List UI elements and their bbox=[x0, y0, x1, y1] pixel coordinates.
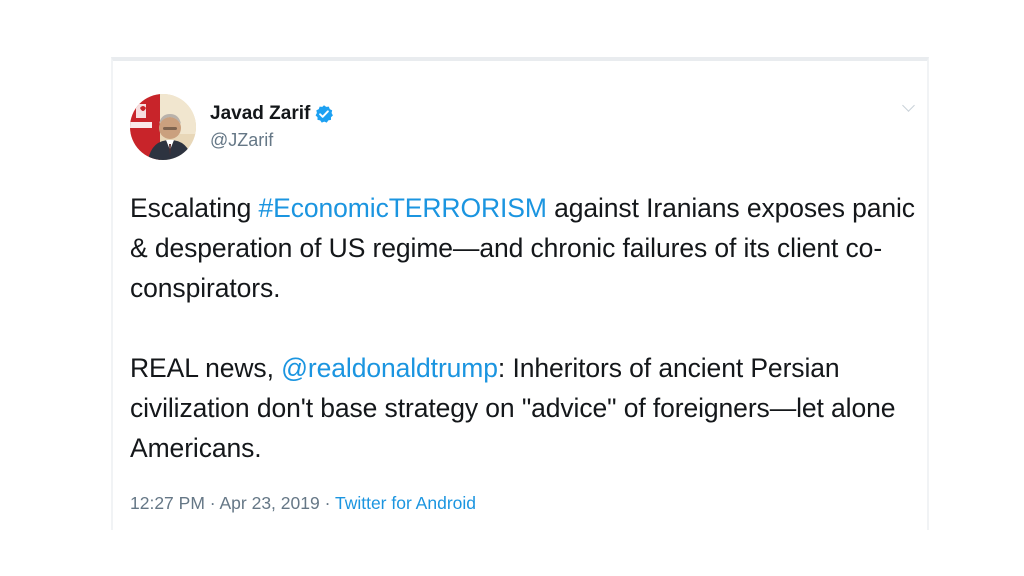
avatar[interactable] bbox=[130, 94, 196, 160]
mention-link[interactable]: @realdonaldtrump bbox=[281, 353, 498, 383]
tweet-header: Javad Zarif @JZarif bbox=[130, 94, 334, 160]
tweet-date[interactable]: Apr 23, 2019 bbox=[220, 493, 320, 513]
author-handle[interactable]: @JZarif bbox=[210, 128, 334, 152]
avatar-image bbox=[130, 94, 196, 160]
paragraph-1-text-start: Escalating bbox=[130, 193, 259, 223]
tweet-source-link[interactable]: Twitter for Android bbox=[335, 493, 476, 513]
name-row: Javad Zarif bbox=[210, 102, 334, 126]
tweet-metadata: 12:27 PM · Apr 23, 2019 · Twitter for An… bbox=[130, 491, 476, 515]
tweet-card: Javad Zarif @JZarif Escalating #Economic… bbox=[111, 57, 929, 530]
author-display-name[interactable]: Javad Zarif bbox=[210, 102, 310, 126]
tweet-paragraph-2: REAL news, @realdonaldtrump: Inheritors … bbox=[130, 348, 920, 468]
tweet-paragraph-1: Escalating #EconomicTERRORISM against Ir… bbox=[130, 188, 920, 308]
meta-separator-1: · bbox=[204, 493, 220, 513]
chevron-down-icon[interactable] bbox=[902, 99, 915, 112]
screenshot-stage: Javad Zarif @JZarif Escalating #Economic… bbox=[0, 0, 1024, 576]
meta-separator-2: · bbox=[319, 493, 335, 513]
verified-badge-icon bbox=[315, 105, 334, 123]
author-names: Javad Zarif @JZarif bbox=[210, 102, 334, 152]
tweet-time[interactable]: 12:27 PM bbox=[130, 493, 205, 513]
hashtag-link[interactable]: #EconomicTERRORISM bbox=[259, 193, 547, 223]
tweet-text: Escalating #EconomicTERRORISM against Ir… bbox=[130, 188, 920, 468]
paragraph-2-text-start: REAL news, bbox=[130, 353, 282, 383]
